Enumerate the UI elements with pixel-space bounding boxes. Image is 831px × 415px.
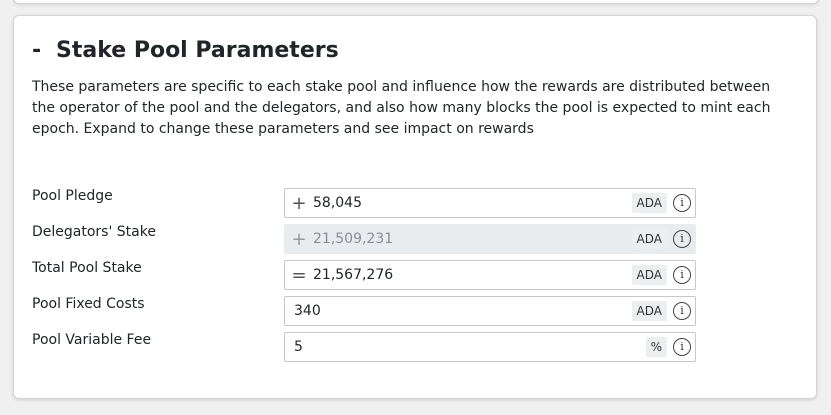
param-value[interactable]: 58,045 bbox=[313, 195, 632, 211]
delegators-stake-input: + 21,509,231 ADA i bbox=[284, 224, 696, 254]
param-label: Delegators' Stake bbox=[32, 224, 156, 240]
param-row-pool-variable-fee: Pool Variable Fee 5 % i bbox=[32, 332, 696, 362]
info-icon[interactable]: i bbox=[673, 194, 691, 212]
info-icon[interactable]: i bbox=[673, 338, 691, 356]
unit-badge: ADA bbox=[631, 301, 667, 321]
param-label: Pool Variable Fee bbox=[32, 332, 152, 348]
unit-badge: ADA bbox=[631, 265, 667, 285]
plus-icon: + bbox=[291, 228, 307, 250]
param-row-pool-pledge: Pool Pledge + 58,045 ADA i bbox=[32, 188, 696, 218]
info-icon[interactable]: i bbox=[673, 302, 691, 320]
param-row-total-pool-stake: Total Pool Stake = 21,567,276 ADA i bbox=[32, 260, 696, 290]
pool-fixed-costs-input[interactable]: 340 ADA i bbox=[284, 296, 696, 326]
param-label: Pool Fixed Costs bbox=[32, 296, 145, 312]
previous-card bbox=[13, 0, 819, 4]
unit-badge: ADA bbox=[631, 229, 667, 249]
param-value[interactable]: 340 bbox=[285, 303, 632, 319]
total-pool-stake-input: = 21,567,276 ADA i bbox=[284, 260, 696, 290]
param-value: 21,509,231 bbox=[313, 231, 394, 247]
param-row-pool-fixed-costs: Pool Fixed Costs 340 ADA i bbox=[32, 296, 696, 326]
collapse-icon[interactable]: - bbox=[32, 38, 56, 63]
pool-variable-fee-input[interactable]: 5 % i bbox=[284, 332, 696, 362]
param-label: Pool Pledge bbox=[32, 188, 113, 204]
unit-badge: ADA bbox=[631, 193, 667, 213]
param-label: Total Pool Stake bbox=[32, 260, 142, 276]
param-row-delegators-stake: Delegators' Stake + 21,509,231 ADA i bbox=[32, 224, 696, 254]
unit-badge: % bbox=[645, 337, 667, 357]
info-icon[interactable]: i bbox=[673, 266, 691, 284]
info-icon[interactable]: i bbox=[673, 230, 691, 248]
pool-pledge-input[interactable]: + 58,045 ADA i bbox=[284, 188, 696, 218]
section-header[interactable]: - Stake Pool Parameters bbox=[32, 38, 339, 63]
section-title: Stake Pool Parameters bbox=[56, 38, 339, 63]
equals-icon: = bbox=[291, 264, 307, 286]
param-value[interactable]: 5 bbox=[285, 339, 646, 355]
param-value: 21,567,276 bbox=[313, 267, 394, 283]
section-description: These parameters are specific to each st… bbox=[32, 79, 771, 137]
plus-icon: + bbox=[291, 192, 307, 214]
